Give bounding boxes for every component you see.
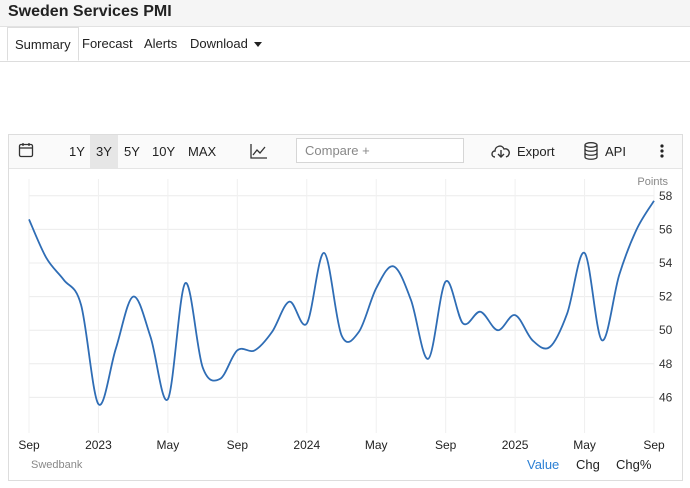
title-bar: Sweden Services PMI [0,0,690,27]
series-line [28,200,655,406]
database-icon[interactable] [584,142,598,160]
y-axis-unit-label: Points [637,176,668,188]
chg-link[interactable]: Chg [576,457,600,472]
more-vertical-icon[interactable] [659,144,665,160]
page-title: Sweden Services PMI [8,3,172,20]
x-tick-label: May [573,438,596,452]
value-link[interactable]: Value [527,457,559,472]
cloud-download-icon[interactable] [490,143,512,161]
line-chart-icon[interactable] [250,143,268,161]
chart-panel: 1Y 3Y 5Y 10Y MAX Compare + Export API 46… [8,134,683,481]
x-tick-label: 2024 [293,438,320,452]
tab-alerts[interactable]: Alerts [144,27,177,61]
x-tick-label: Sep [435,438,457,452]
x-tick-label: May [365,438,388,452]
tab-download[interactable]: Download [190,27,262,61]
x-tick-label: May [157,438,180,452]
y-tick-label: 54 [659,256,673,270]
x-tick-label: 2025 [502,438,529,452]
y-tick-label: 48 [659,357,673,371]
range-10y[interactable]: 10Y [146,135,181,168]
tab-download-label: Download [190,36,248,51]
calendar-icon[interactable] [18,142,34,160]
tab-summary[interactable]: Summary [7,27,79,61]
range-3y[interactable]: 3Y [90,135,118,168]
y-tick-label: 56 [659,222,673,236]
range-1y[interactable]: 1Y [63,135,91,168]
range-max[interactable]: MAX [182,135,222,168]
source-label: Swedbank [31,459,83,471]
chart-toolbar: 1Y 3Y 5Y 10Y MAX Compare + Export API [9,135,682,169]
range-5y[interactable]: 5Y [118,135,146,168]
y-tick-label: 52 [659,290,673,304]
x-tick-label: Sep [643,438,665,452]
chg-pct-link[interactable]: Chg% [616,457,651,472]
y-tick-label: 46 [659,390,673,404]
chevron-down-icon [253,42,262,48]
y-tick-label: 50 [659,323,673,337]
x-tick-label: Sep [18,438,40,452]
pmi-line-chart: 46 48 50 52 54 56 58 Sep 2023 May Sep 2024 May Sep 20… [18,176,673,452]
tab-forecast[interactable]: Forecast [82,27,133,61]
y-tick-label: 58 [659,189,673,203]
tab-bar: Summary Forecast Alerts Download [0,27,690,62]
x-tick-label: Sep [227,438,249,452]
compare-input[interactable]: Compare + [296,138,464,163]
x-tick-label: 2023 [85,438,112,452]
api-button[interactable]: API [605,135,626,168]
export-button[interactable]: Export [517,135,555,168]
